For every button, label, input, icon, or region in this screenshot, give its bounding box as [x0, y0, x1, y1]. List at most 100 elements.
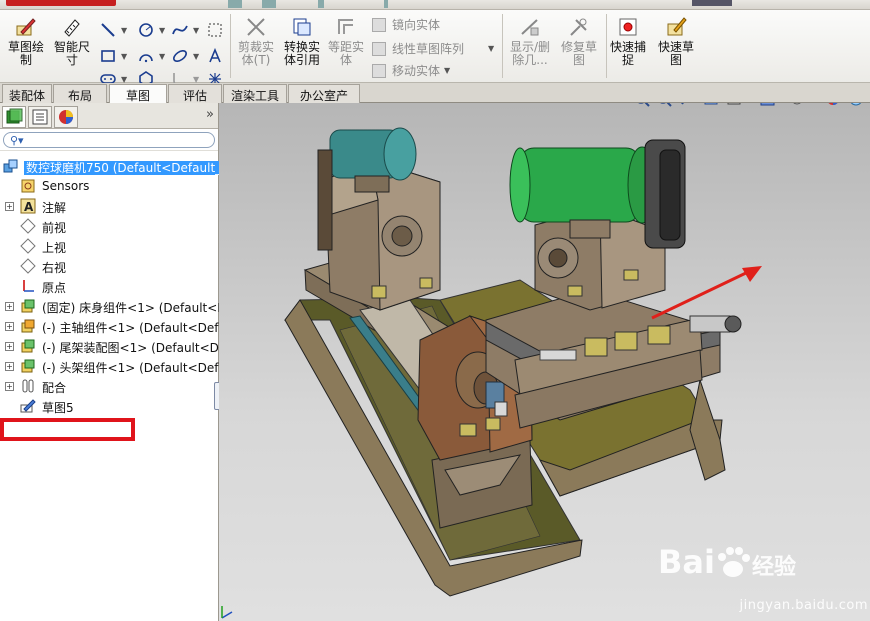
expand-icon[interactable]: +: [5, 202, 14, 211]
display-delete-relations-button[interactable]: 显示/删 除几...: [506, 16, 554, 67]
mates-icon: [22, 379, 34, 393]
quick-access-icon[interactable]: [384, 0, 388, 8]
repair-label: 修复草 图: [560, 40, 597, 67]
trim-entities-button[interactable]: 剪裁实 体(T): [234, 16, 278, 67]
mirror-entities-button[interactable]: 镜向实体: [372, 16, 440, 33]
tree-filter-input[interactable]: ⚲▾: [3, 132, 215, 148]
tree-item-top-plane[interactable]: 上视: [0, 236, 218, 256]
watermark-url: jingyan.baidu.com: [739, 598, 868, 613]
ribbon-separator: [502, 14, 503, 78]
feature-tree: 数控球磨机750 (Default<Default_D Sensors + A …: [0, 156, 233, 416]
display-delete-label: 显示/删 除几...: [509, 40, 551, 67]
offset-label: 等距实 体: [327, 40, 364, 67]
construction-geometry-icon[interactable]: [207, 22, 223, 38]
annotation-arrow: [651, 266, 762, 320]
tree-item-label: 原点: [42, 281, 67, 295]
command-manager-tabs: 装配体 布局 草图 评估 渲染工具 办公室产品: [0, 83, 870, 120]
expand-icon[interactable]: +: [5, 362, 14, 371]
baidu-jingyan-watermark: Bai 经验 jingyan.baidu.com: [658, 543, 867, 613]
heads-up-toolbar: [636, 103, 862, 107]
tree-item-spindle-assembly[interactable]: + (-) 主轴组件<1> (Default<Defa: [0, 316, 226, 336]
plane-icon: [20, 218, 36, 234]
tree-item-tailstock-assembly[interactable]: + (-) 尾架装配图<1> (Default<De: [0, 336, 226, 356]
filter-bar: ⚲▾: [0, 129, 218, 151]
expand-icon[interactable]: +: [5, 322, 14, 331]
rapid-sketch-icon: [667, 17, 687, 36]
rapid-sketch-button[interactable]: 快速草 图: [654, 16, 698, 67]
arc-icon[interactable]: [138, 48, 154, 64]
expand-icon[interactable]: +: [5, 302, 14, 311]
tree-item-sketch5[interactable]: 草图5: [0, 396, 218, 416]
spline-dropdown-icon[interactable]: ▼: [193, 26, 199, 35]
tree-item-annotations[interactable]: + A 注解: [0, 196, 218, 216]
tab-layout[interactable]: 布局: [53, 84, 107, 103]
spline-icon[interactable]: [172, 22, 188, 38]
quick-snaps-label: 快速捕 捉: [609, 40, 646, 67]
circle-icon[interactable]: [138, 22, 154, 38]
tree-item-label: Sensors: [42, 179, 90, 193]
linear-pattern-button[interactable]: 线性草图阵列 ▼: [372, 40, 494, 57]
zoom-area-icon[interactable]: [658, 103, 672, 107]
sketch-button[interactable]: 草图绘 制: [4, 16, 48, 67]
repair-sketch-button[interactable]: 修复草 图: [558, 16, 600, 67]
panel-tabs: »: [0, 103, 218, 129]
sketch-label: 草图绘 制: [7, 40, 44, 67]
tab-evaluate[interactable]: 评估: [168, 84, 222, 103]
quick-access-icon[interactable]: [262, 0, 276, 8]
rectangle-icon[interactable]: [100, 48, 116, 64]
apply-scene-icon[interactable]: [850, 103, 862, 106]
ellipse-dropdown-icon[interactable]: ▼: [193, 52, 199, 61]
smart-dimension-button[interactable]: 智能尺 寸: [50, 16, 94, 67]
tab-sketch[interactable]: 草图: [109, 84, 167, 104]
section-view-icon[interactable]: [704, 103, 718, 105]
graphics-area[interactable]: Bai 经验 jingyan.baidu.com: [219, 103, 870, 621]
tree-root-assembly[interactable]: 数控球磨机750 (Default<Default_D: [0, 156, 233, 176]
highlight-box: [0, 418, 135, 441]
circle-dropdown-icon[interactable]: ▼: [159, 26, 165, 35]
quick-snaps-button[interactable]: 快速捕 捉: [608, 16, 648, 67]
tree-item-front-plane[interactable]: 前视: [0, 216, 218, 236]
tree-item-headstock-assembly[interactable]: + (-) 头架组件<1> (Default<Defa: [0, 356, 226, 376]
appearance-tab[interactable]: [54, 106, 78, 128]
line-icon[interactable]: [100, 22, 116, 38]
smart-dimension-label: 智能尺 寸: [53, 40, 90, 67]
quick-access-icon[interactable]: [228, 0, 242, 8]
component-icon: [21, 339, 35, 353]
tree-root-label: 数控球磨机750 (Default<Default_D: [24, 161, 233, 175]
zoom-to-fit-icon[interactable]: [636, 103, 650, 107]
property-manager-tab[interactable]: [28, 106, 52, 128]
left-headstock: [317, 127, 441, 311]
tree-item-bed-assembly[interactable]: + (固定) 床身组件<1> (Default<D: [0, 296, 227, 316]
ribbon-separator: [606, 14, 607, 78]
tree-item-mates[interactable]: + 配合: [0, 376, 218, 396]
text-icon[interactable]: [207, 48, 223, 64]
tree-item-origin[interactable]: 原点: [0, 276, 218, 296]
quick-access-icon[interactable]: [318, 0, 324, 8]
expand-icon[interactable]: +: [5, 382, 14, 391]
mirror-label: 镜向实体: [392, 18, 441, 32]
previous-view-icon[interactable]: [681, 103, 696, 105]
move-entities-button[interactable]: 移动实体 ▼: [372, 62, 450, 79]
tree-item-sensors[interactable]: Sensors: [0, 176, 218, 196]
line-dropdown-icon[interactable]: ▼: [121, 26, 127, 35]
ellipse-icon[interactable]: [172, 48, 188, 64]
hide-show-items-icon[interactable]: [792, 103, 810, 105]
edit-appearance-icon[interactable]: [827, 103, 839, 105]
display-style-icon[interactable]: [760, 103, 781, 106]
offset-entities-button[interactable]: 等距实 体: [326, 16, 366, 67]
expand-panel-icon[interactable]: »: [206, 107, 214, 122]
tab-render-tools[interactable]: 渲染工具: [223, 84, 287, 103]
tree-item-label: 草图5: [42, 401, 74, 415]
arc-dropdown-icon[interactable]: ▼: [159, 52, 165, 61]
annotations-icon: A: [20, 198, 36, 214]
tab-assembly[interactable]: 装配体: [2, 84, 52, 103]
expand-icon[interactable]: +: [5, 342, 14, 351]
plane-icon: [20, 238, 36, 254]
feature-manager-tab[interactable]: [2, 106, 26, 128]
view-orientation-icon[interactable]: [727, 103, 747, 105]
tree-item-right-plane[interactable]: 右视: [0, 256, 218, 276]
rectangle-dropdown-icon[interactable]: ▼: [121, 52, 127, 61]
linear-pattern-icon: [372, 41, 386, 56]
tab-office-products[interactable]: 办公室产品: [288, 84, 360, 120]
convert-entities-button[interactable]: 转换实 体引用: [280, 16, 324, 67]
